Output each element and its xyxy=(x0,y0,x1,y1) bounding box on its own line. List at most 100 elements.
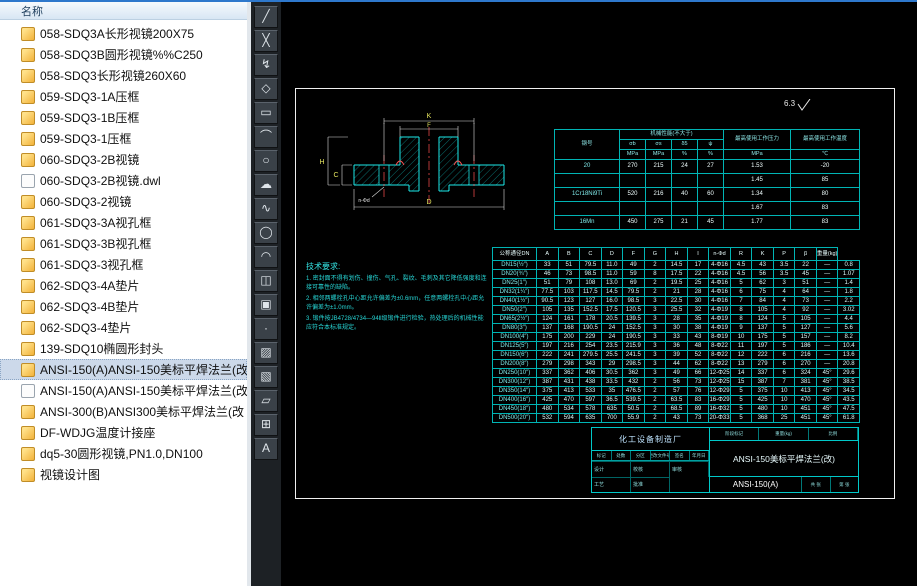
dim-H: H xyxy=(319,159,324,166)
list-item[interactable]: 062-SDQ3-4A垫片 xyxy=(0,275,247,296)
ellipse-tool[interactable]: ◯ xyxy=(254,222,278,244)
list-item[interactable]: ANSI-150(A)ANSI-150美标平焊法兰(改 xyxy=(0,380,247,401)
cell: 5 xyxy=(772,323,796,333)
cell: 431 xyxy=(557,377,581,387)
dwg-file-icon xyxy=(21,362,35,377)
table-row: 1.45 85 xyxy=(554,173,860,188)
region-tool[interactable]: ▱ xyxy=(254,390,278,412)
list-item[interactable]: ANSI-300(B)ANSI300美标平焊法兰(改 xyxy=(0,401,247,422)
cell: 30.5 xyxy=(600,368,624,378)
cell: 2 xyxy=(643,377,667,387)
list-item[interactable]: 139-SDQ10椭圆形封头 xyxy=(0,338,247,359)
cell: 1.67 xyxy=(723,201,791,216)
cell: 55.9 xyxy=(622,413,645,423)
table-row: DN400(16″) 425 470 597 36.5 539.5 2 63.5 83 16-Φ2… xyxy=(492,395,860,405)
list-item[interactable]: 视镜设计图 xyxy=(0,464,247,485)
line-tool[interactable]: ╱ xyxy=(254,6,278,28)
table-row: 1.67 83 xyxy=(554,201,860,216)
construction-line-tool[interactable]: ╳ xyxy=(254,30,278,52)
tech-notes-title: 技术要求: xyxy=(306,262,341,271)
cell: 157 xyxy=(794,332,817,342)
cell: 2 xyxy=(643,278,667,288)
sheet-cell: 第 张 xyxy=(829,477,858,492)
table-tool[interactable]: ⊞ xyxy=(254,414,278,436)
cell xyxy=(554,173,620,188)
cell: — xyxy=(815,350,839,360)
table-row: DN500(20″) 532 594 635 700 55.9 2 43 73 20-Φ33 5 36… xyxy=(492,413,860,423)
circle-tool[interactable]: ○ xyxy=(254,150,278,172)
drawing-number: ANSI-150(A) xyxy=(732,480,779,489)
list-item[interactable]: 062-SDQ3-4垫片 xyxy=(0,317,247,338)
insert-block-tool[interactable]: ◫ xyxy=(254,270,278,292)
cell: — xyxy=(815,305,839,315)
cell: 16.0 xyxy=(600,296,624,306)
cell: 105 xyxy=(751,305,774,315)
cell: 47.5 xyxy=(837,404,860,414)
cell: 1.53 xyxy=(723,159,791,174)
file-name: 059-SDQ3-1压框 xyxy=(40,132,132,146)
title-block: 化工设备制造厂 标记处数分区更改文件号签名年月日 设计校核审核工艺批准 阶段标记… xyxy=(591,427,859,493)
list-item[interactable]: 061-SDQ3-3视孔框 xyxy=(0,254,247,275)
point-tool[interactable]: · xyxy=(254,318,278,340)
cell: 123 xyxy=(557,296,581,306)
list-item[interactable]: dq5-30圆形视镜,PN1.0,DN100 xyxy=(0,443,247,464)
name-column-header[interactable]: 名称 xyxy=(0,2,247,20)
cell: 178 xyxy=(579,314,602,324)
list-item[interactable]: 061-SDQ3-3A视孔框 xyxy=(0,212,247,233)
signature-rows: 设计 校核 审核 工艺 批准 xyxy=(592,461,709,492)
cad-canvas[interactable]: K F D C H n-Φd 6.3 钢号 机械性能(不大于) 最高使用工作压力… xyxy=(281,2,917,586)
list-item[interactable]: 058-SDQ3B圆形视镜%%C250 xyxy=(0,44,247,65)
column-header: H xyxy=(665,247,688,261)
list-item[interactable]: 058-SDQ3长形视镜260X60 xyxy=(0,65,247,86)
cell: 7 xyxy=(729,296,753,306)
list-item[interactable]: 060-SDQ3-2B视镜.dwl xyxy=(0,170,247,191)
cell: 21 xyxy=(671,215,698,230)
cell: 61.8 xyxy=(837,413,860,423)
cell: 4-Φ16 xyxy=(708,269,731,279)
cell: 275 xyxy=(645,215,672,230)
cell: 4-Φ16 xyxy=(708,287,731,297)
cell: DN25(1″) xyxy=(492,278,537,288)
cell: 222 xyxy=(536,350,559,360)
make-block-tool[interactable]: ▣ xyxy=(254,294,278,316)
list-item[interactable]: 060-SDQ3-2视镜 xyxy=(0,191,247,212)
list-item[interactable]: 061-SDQ3-3B视孔框 xyxy=(0,233,247,254)
cell: 413 xyxy=(794,386,817,396)
ellipse-arc-tool[interactable]: ◠ xyxy=(254,246,278,268)
cell: 10 xyxy=(729,332,753,342)
spline-tool[interactable]: ∿ xyxy=(254,198,278,220)
list-item[interactable]: 060-SDQ3-2B视镜 xyxy=(0,149,247,170)
list-item[interactable]: 062-SDQ3-4B垫片 xyxy=(0,296,247,317)
cell: 40 xyxy=(671,187,698,202)
list-item[interactable]: 059-SDQ3-1B压框 xyxy=(0,107,247,128)
cell: 22 xyxy=(686,269,710,279)
list-item[interactable]: 059-SDQ3-1压框 xyxy=(0,128,247,149)
arc-tool[interactable]: ⌒ xyxy=(254,126,278,148)
cell: 375 xyxy=(751,386,774,396)
rectangle-tool[interactable]: ▭ xyxy=(254,102,278,124)
cell: 66 xyxy=(686,368,710,378)
cell: 5 xyxy=(772,332,796,342)
mtext-tool[interactable]: A xyxy=(254,438,278,460)
material-rating-table: 钢号 机械性能(不大于) 最高使用工作压力 最高使用工作温度 σb σs δ5 … xyxy=(554,129,860,230)
title-block-bottom: ANSI-150(A) 共 张第 张 xyxy=(710,476,858,492)
application-window: 名称 058-SDQ3A长形视镜200X75 058-SDQ3B圆形视镜%%C25… xyxy=(0,0,917,586)
cell: 480 xyxy=(536,404,559,414)
cell: 3 xyxy=(643,314,667,324)
column-header: F xyxy=(622,247,645,261)
cell: 594 xyxy=(557,413,581,423)
gradient-tool[interactable]: ▧ xyxy=(254,366,278,388)
list-item[interactable]: DF-WDJG温度计接座 xyxy=(0,422,247,443)
list-item[interactable]: 059-SDQ3-1A压框 xyxy=(0,86,247,107)
list-item[interactable]: ANSI-150(A)ANSI-150美标平焊法兰(改 xyxy=(0,359,247,380)
revision-cloud-tool[interactable]: ☁ xyxy=(254,174,278,196)
column-header: β xyxy=(794,247,817,261)
cell: 79 xyxy=(557,278,581,288)
polygon-tool[interactable]: ◇ xyxy=(254,78,278,100)
list-item[interactable]: 058-SDQ3A长形视镜200X75 xyxy=(0,23,247,44)
dwg-file-icon xyxy=(21,215,35,230)
cell: 1.07 xyxy=(837,269,860,279)
hatch-tool[interactable]: ▨ xyxy=(254,342,278,364)
polyline-tool[interactable]: ↯ xyxy=(254,54,278,76)
cell: 17.5 xyxy=(600,305,624,315)
